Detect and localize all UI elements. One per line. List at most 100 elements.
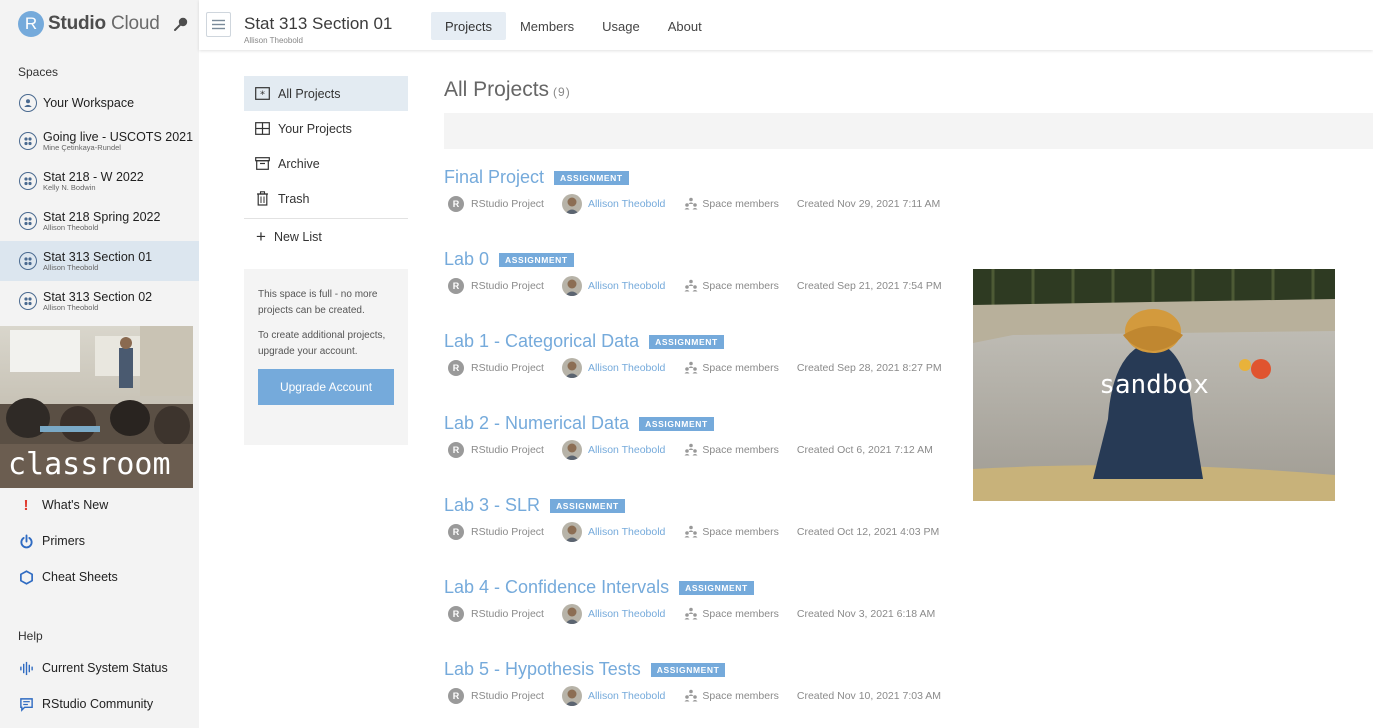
created-date: Created Nov 29, 2021 7:11 AM <box>796 198 941 210</box>
group-icon <box>19 132 37 150</box>
page-title-text: All Projects <box>444 78 550 101</box>
whats-new-link[interactable]: ! What's New <box>18 495 109 515</box>
project-type: RStudio Project <box>471 444 544 456</box>
owner-link[interactable]: Allison Theobold <box>588 526 665 538</box>
community-link[interactable]: RStudio Community <box>18 694 153 714</box>
owner-link[interactable]: Allison Theobold <box>588 362 665 374</box>
cheat-sheets-link[interactable]: Cheat Sheets <box>18 567 118 587</box>
project-count: (9) <box>553 85 571 99</box>
group-icon <box>19 292 37 310</box>
avatar <box>561 440 582 460</box>
access-level: Space members <box>702 444 779 456</box>
new-list-label: New List <box>273 229 322 244</box>
new-list-button[interactable]: + New List <box>244 219 408 254</box>
sidebar-item-space[interactable]: Stat 218 - W 2022 Kelly N. Bodwin <box>0 161 199 201</box>
brand-name-strong: Studio <box>48 13 106 34</box>
rstudio-project-icon: R <box>448 360 464 376</box>
sidebar: R Studio Cloud Spaces Your Workspace Goi… <box>0 0 199 728</box>
project-row: Lab 2 - Numerical Data ASSIGNMENT R RStu… <box>444 413 964 460</box>
project-name-link[interactable]: Lab 0 <box>444 249 489 270</box>
plus-icon: + <box>256 227 266 246</box>
project-row: Final Project ASSIGNMENT R RStudio Proje… <box>444 167 964 214</box>
classroom-photo: classroom <box>0 326 193 488</box>
brand-logo[interactable]: R Studio Cloud <box>18 11 160 37</box>
rstudio-project-icon: R <box>448 278 464 294</box>
pin-icon[interactable] <box>173 16 189 32</box>
owner-link[interactable]: Allison Theobold <box>588 280 665 292</box>
project-type: RStudio Project <box>471 690 544 702</box>
space-tabs: Projects Members Usage About <box>431 12 716 40</box>
access-level: Space members <box>702 526 779 538</box>
brand-name: Studio Cloud <box>48 13 160 35</box>
hamburger-menu-button[interactable] <box>206 12 231 37</box>
tab-projects[interactable]: Projects <box>431 12 506 40</box>
assignment-badge: ASSIGNMENT <box>679 580 754 595</box>
rstudio-project-icon: R <box>448 524 464 540</box>
owner-link[interactable]: Allison Theobold <box>588 444 665 456</box>
space-owner: Kelly N. Bodwin <box>43 182 96 192</box>
people-icon <box>684 689 698 702</box>
sidebar-item-space[interactable]: Stat 313 Section 02 Allison Theobold <box>0 281 199 321</box>
people-icon <box>684 361 698 374</box>
filter-all-projects[interactable]: * All Projects <box>244 76 408 111</box>
filter-label: Your Projects <box>278 121 352 136</box>
exclamation-icon: ! <box>23 496 29 514</box>
sidebar-item-space[interactable]: Going live - USCOTS 2021 Mine Çetinkaya-R… <box>0 121 199 161</box>
project-name-link[interactable]: Final Project <box>444 167 544 188</box>
sidebar-item-space-active[interactable]: Stat 313 Section 01 Allison Theobold <box>0 241 199 281</box>
people-icon <box>684 443 698 456</box>
space-owner: Mine Çetinkaya-Rundel <box>43 142 121 152</box>
sidebar-item-label: Your Workspace <box>43 95 135 110</box>
group-icon <box>19 172 37 190</box>
people-icon <box>684 197 698 210</box>
assignment-badge: ASSIGNMENT <box>499 252 574 267</box>
project-row: Lab 1 - Categorical Data ASSIGNMENT R RS… <box>444 331 964 378</box>
project-name-link[interactable]: Lab 1 - Categorical Data <box>444 331 639 352</box>
primers-link[interactable]: Primers <box>18 531 85 551</box>
classroom-caption: classroom <box>8 447 171 482</box>
owner-link[interactable]: Allison Theobold <box>588 198 665 210</box>
assignment-badge: ASSIGNMENT <box>650 662 726 677</box>
upgrade-text: To create additional projects, upgrade y… <box>258 330 386 357</box>
upgrade-account-button[interactable]: Upgrade Account <box>258 369 394 405</box>
filter-trash[interactable]: Trash <box>244 181 408 216</box>
project-name-link[interactable]: Lab 2 - Numerical Data <box>444 413 629 434</box>
group-icon <box>19 252 37 270</box>
rstudio-project-icon: R <box>448 606 464 622</box>
archive-icon <box>254 156 271 171</box>
space-full-text: This space is full - no more projects ca… <box>258 289 378 316</box>
sidebar-item-space[interactable]: Stat 218 Spring 2022 Allison Theobold <box>0 201 199 241</box>
project-name-link[interactable]: Lab 4 - Confidence Intervals <box>444 577 669 598</box>
tab-members[interactable]: Members <box>506 12 588 40</box>
all-projects-icon: * <box>254 86 271 101</box>
space-owner: Allison Theobold <box>43 302 99 312</box>
avatar <box>561 686 582 706</box>
rstudio-project-icon: R <box>448 196 464 212</box>
system-status-link[interactable]: Current System Status <box>18 658 168 678</box>
avatar <box>561 276 582 296</box>
tab-about[interactable]: About <box>654 12 716 40</box>
filter-archive[interactable]: Archive <box>244 146 408 181</box>
project-name-link[interactable]: Lab 5 - Hypothesis Tests <box>444 659 641 680</box>
owner-link[interactable]: Allison Theobold <box>588 608 665 620</box>
owner-link[interactable]: Allison Theobold <box>588 690 665 702</box>
project-type: RStudio Project <box>471 526 544 538</box>
rstudio-project-icon: R <box>448 442 464 458</box>
space-name: Stat 313 Section 02 <box>43 289 153 304</box>
space-full-notice: This space is full - no more projects ca… <box>244 269 408 445</box>
space-owner: Allison Theobold <box>43 222 99 232</box>
project-name-link[interactable]: Lab 3 - SLR <box>444 495 540 516</box>
filter-your-projects[interactable]: Your Projects <box>244 111 408 146</box>
space-owner: Allison Theobold <box>43 262 99 272</box>
sidebar-item-your-workspace[interactable]: Your Workspace <box>0 83 199 123</box>
assignment-badge: ASSIGNMENT <box>554 170 629 185</box>
pulse-icon <box>18 660 34 676</box>
avatar <box>561 604 582 624</box>
system-status-label: Current System Status <box>42 661 168 675</box>
created-date: Created Nov 3, 2021 6:18 AM <box>796 608 936 620</box>
space-name: Stat 218 Spring 2022 <box>43 209 161 224</box>
whats-new-label: What's New <box>42 498 109 512</box>
created-date: Created Sep 28, 2021 8:27 PM <box>796 362 942 374</box>
avatar <box>561 358 582 378</box>
tab-usage[interactable]: Usage <box>588 12 654 40</box>
